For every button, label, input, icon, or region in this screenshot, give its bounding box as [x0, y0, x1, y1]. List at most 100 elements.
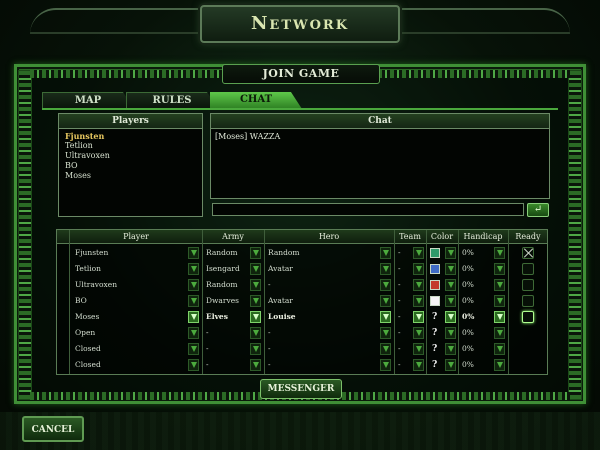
- army-dropdown-icon[interactable]: [250, 247, 261, 259]
- handicap-dropdown-icon[interactable]: [494, 279, 505, 291]
- page-title: Network: [200, 5, 400, 43]
- handicap-dropdown-icon[interactable]: [494, 247, 505, 259]
- army-dropdown-icon[interactable]: [250, 327, 261, 339]
- ready-checkbox[interactable]: [522, 263, 534, 275]
- chat-message: [Moses] WAZZA: [215, 132, 281, 141]
- player-dropdown-icon[interactable]: [188, 247, 199, 259]
- table-row: Fjunsten Random Random - 0%: [57, 245, 547, 261]
- color-dropdown-icon[interactable]: [445, 359, 456, 371]
- tab-chat[interactable]: CHAT: [210, 92, 302, 109]
- handicap-value: 0%: [462, 248, 474, 257]
- send-chat-button[interactable]: ↵: [527, 203, 549, 217]
- handicap-dropdown-icon[interactable]: [494, 327, 505, 339]
- player-dropdown-icon[interactable]: [188, 343, 199, 355]
- handicap-value: 0%: [462, 264, 474, 273]
- handicap-value: 0%: [462, 328, 474, 337]
- hero-value: Avatar: [268, 264, 293, 273]
- player-slot-name: Moses: [75, 312, 100, 321]
- team-dropdown-icon[interactable]: [413, 279, 424, 291]
- table-header: Player Army Hero Team Color Handicap Rea…: [57, 230, 547, 244]
- hero-value: -: [268, 328, 271, 337]
- player-list-item[interactable]: Ultravoxen: [59, 151, 202, 161]
- celtic-border-left: [18, 70, 32, 400]
- hero-value: -: [268, 360, 271, 369]
- hero-dropdown-icon[interactable]: [380, 327, 391, 339]
- player-dropdown-icon[interactable]: [188, 359, 199, 371]
- title-ornament-right: [400, 8, 570, 34]
- color-dropdown-icon[interactable]: [445, 343, 456, 355]
- table-row: Tetlion Isengard Avatar - 0%: [57, 261, 547, 277]
- celtic-border-right: [568, 70, 582, 400]
- player-dropdown-icon[interactable]: [188, 279, 199, 291]
- tab-map[interactable]: MAP: [42, 92, 134, 109]
- ready-checkbox[interactable]: [522, 247, 534, 259]
- ready-checkbox[interactable]: [522, 279, 534, 291]
- team-dropdown-icon[interactable]: [413, 327, 424, 339]
- ready-checkbox[interactable]: [522, 295, 534, 307]
- hero-dropdown-icon[interactable]: [380, 343, 391, 355]
- hero-dropdown-icon[interactable]: [380, 279, 391, 291]
- player-dropdown-icon[interactable]: [188, 263, 199, 275]
- hero-dropdown-icon[interactable]: [380, 295, 391, 307]
- players-panel: Players Fjunsten Tetlion Ultravoxen BO M…: [58, 113, 203, 217]
- player-dropdown-icon[interactable]: [188, 327, 199, 339]
- column-header-player: Player: [123, 232, 149, 241]
- player-list-item[interactable]: BO: [59, 161, 202, 171]
- color-dropdown-icon[interactable]: [445, 263, 456, 275]
- team-dropdown-icon[interactable]: [413, 263, 424, 275]
- handicap-dropdown-icon[interactable]: [494, 359, 505, 371]
- color-dropdown-icon[interactable]: [445, 327, 456, 339]
- tab-rules[interactable]: RULES: [126, 92, 218, 109]
- army-dropdown-icon[interactable]: [250, 295, 261, 307]
- hero-dropdown-icon[interactable]: [380, 311, 391, 323]
- player-dropdown-icon[interactable]: [188, 295, 199, 307]
- hero-dropdown-icon[interactable]: [380, 263, 391, 275]
- army-dropdown-icon[interactable]: [250, 311, 261, 323]
- team-dropdown-icon[interactable]: [413, 247, 424, 259]
- army-value: Random: [206, 248, 238, 257]
- team-dropdown-icon[interactable]: [413, 343, 424, 355]
- chat-panel-header: Chat: [211, 114, 549, 129]
- hero-dropdown-icon[interactable]: [380, 359, 391, 371]
- column-header-hero: Hero: [318, 232, 340, 241]
- team-dropdown-icon[interactable]: [413, 295, 424, 307]
- player-slot-name: Ultravoxen: [75, 280, 118, 289]
- army-dropdown-icon[interactable]: [250, 279, 261, 291]
- color-dropdown-icon[interactable]: [445, 295, 456, 307]
- player-slot-name: Closed: [75, 360, 101, 369]
- handicap-dropdown-icon[interactable]: [494, 263, 505, 275]
- hero-value: Louise: [268, 312, 296, 321]
- handicap-dropdown-icon[interactable]: [494, 343, 505, 355]
- player-slot-name: Open: [75, 328, 96, 337]
- team-dropdown-icon[interactable]: [413, 311, 424, 323]
- tab-underline: [42, 108, 558, 110]
- hero-dropdown-icon[interactable]: [380, 247, 391, 259]
- army-value: Isengard: [206, 264, 240, 273]
- handicap-dropdown-icon[interactable]: [494, 311, 505, 323]
- chat-input[interactable]: [212, 203, 524, 216]
- color-unset-value: ?: [432, 328, 438, 338]
- army-dropdown-icon[interactable]: [250, 343, 261, 355]
- player-list-item[interactable]: Moses: [59, 171, 202, 181]
- color-dropdown-icon[interactable]: [445, 279, 456, 291]
- army-dropdown-icon[interactable]: [250, 263, 261, 275]
- color-dropdown-icon[interactable]: [445, 311, 456, 323]
- ready-checkbox[interactable]: [522, 311, 534, 323]
- player-list-item[interactable]: Tetlion: [59, 141, 202, 151]
- bottom-strip: [0, 412, 600, 450]
- army-dropdown-icon[interactable]: [250, 359, 261, 371]
- player-dropdown-icon[interactable]: [188, 311, 199, 323]
- handicap-dropdown-icon[interactable]: [494, 295, 505, 307]
- team-dropdown-icon[interactable]: [413, 359, 424, 371]
- army-value: Elves: [206, 312, 228, 321]
- cancel-button[interactable]: CANCEL: [22, 416, 84, 442]
- handicap-value: 0%: [462, 312, 475, 321]
- hero-value: -: [268, 280, 271, 289]
- color-dropdown-icon[interactable]: [445, 247, 456, 259]
- player-list-item[interactable]: Fjunsten: [59, 131, 202, 141]
- messenger-button[interactable]: MESSENGER: [260, 379, 342, 399]
- column-header-army: Army: [222, 232, 244, 241]
- color-swatch: [430, 296, 440, 306]
- color-unset-value: ?: [432, 360, 438, 370]
- player-slot-name: BO: [75, 296, 87, 305]
